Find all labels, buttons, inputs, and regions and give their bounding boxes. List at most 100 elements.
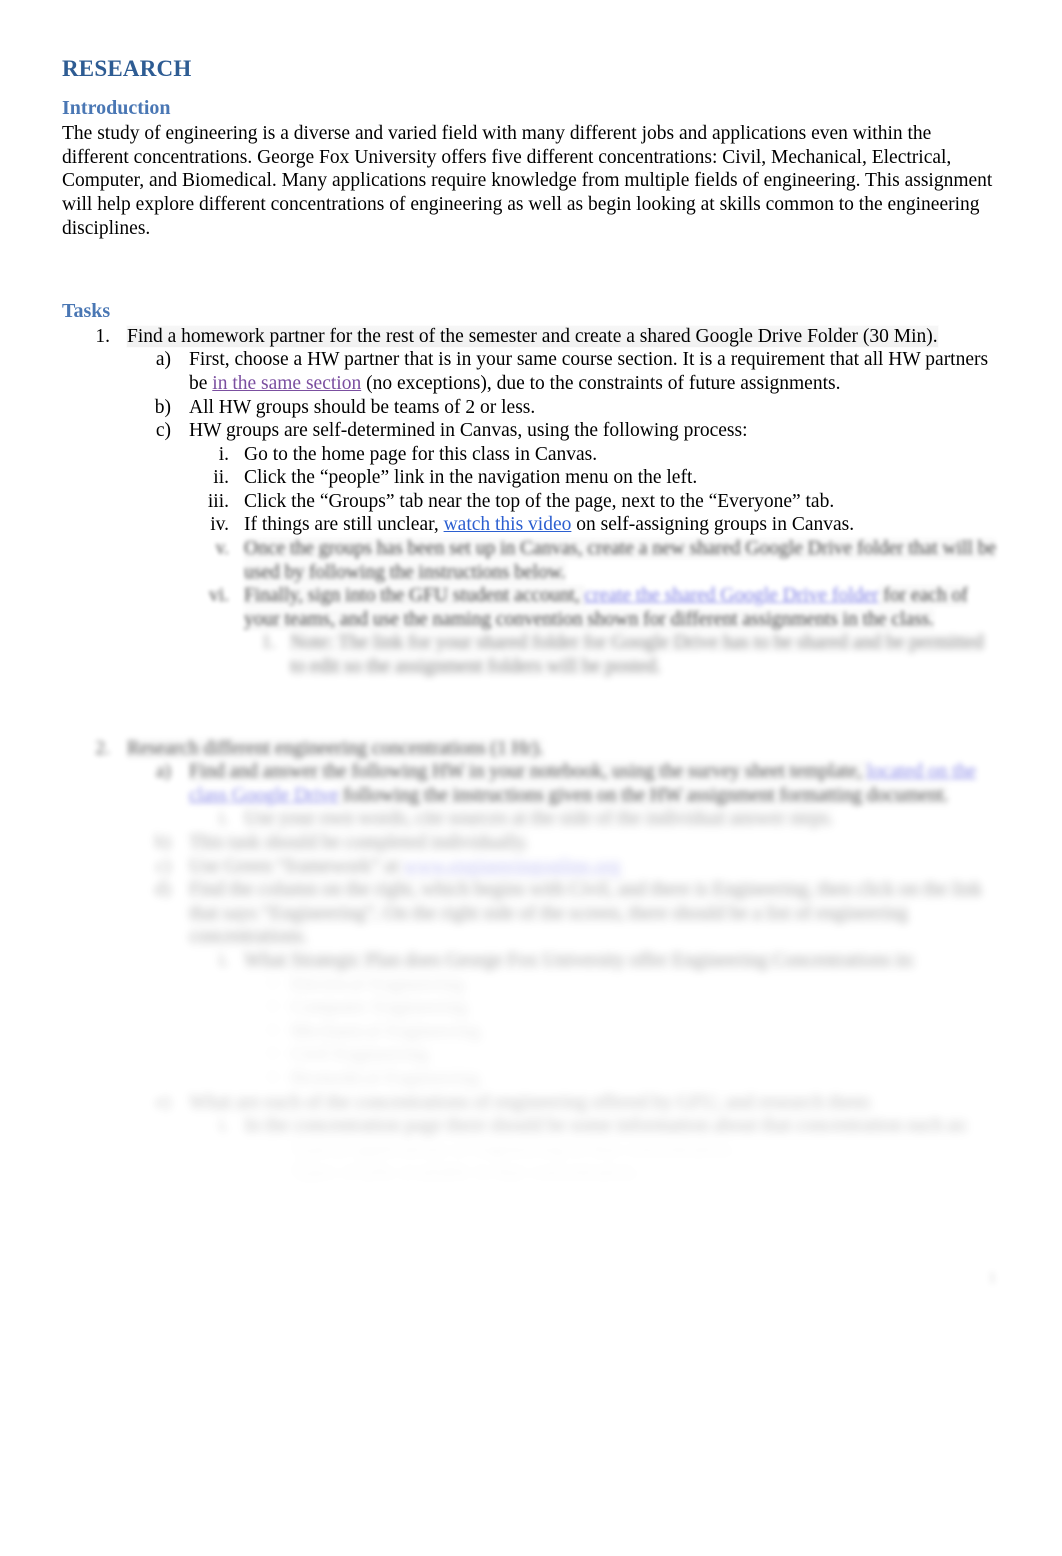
task-2c-text-before: Use Green “framework” at bbox=[189, 855, 404, 877]
task-1cii-text: Click the “people” link in the navigatio… bbox=[244, 467, 698, 489]
list-marker: ii. bbox=[213, 467, 229, 489]
list-item-redacted: • Biomedical Engineering bbox=[244, 1067, 1000, 1091]
task-1cvi-note-text: Note: The link for your shared folder fo… bbox=[290, 632, 984, 678]
list-item-redacted: i. In the concentration page there shoul… bbox=[189, 1114, 1000, 1185]
list-item-redacted: • Mechanical Engineering bbox=[244, 1020, 1000, 1044]
list-item-redacted: • Typical applications of engineering in… bbox=[244, 1138, 1000, 1162]
list-item-redacted: i. Use your own words, cite sources at t… bbox=[189, 807, 1000, 831]
task-1cv-text: Once the groups has been set up in Canva… bbox=[244, 538, 997, 583]
list-marker: d) bbox=[154, 879, 171, 901]
list-marker: i. bbox=[218, 808, 229, 830]
task-1b-text: All HW groups should be teams of 2 or le… bbox=[189, 396, 536, 418]
list-marker: a) bbox=[155, 761, 171, 783]
list-item-redacted: 2. Research different engineering concen… bbox=[62, 737, 1000, 1185]
bullet-icon: • bbox=[269, 1044, 276, 1066]
shared-drive-folder-link[interactable]: create the shared Google Drive folder bbox=[585, 585, 879, 606]
list-marker: i. bbox=[218, 443, 229, 465]
list-item-redacted: e) What are each of the concentrations o… bbox=[127, 1091, 1000, 1185]
bullet-icon: • bbox=[269, 1067, 276, 1089]
list-spacer bbox=[62, 679, 1000, 737]
task-1-sublist: a) First, choose a HW partner that is in… bbox=[127, 348, 1000, 678]
list-marker: c) bbox=[155, 420, 171, 442]
bullet-icon: • bbox=[269, 1138, 276, 1160]
list-marker: c) bbox=[155, 855, 171, 877]
list-marker: e) bbox=[155, 1091, 171, 1113]
watch-this-video-link[interactable]: watch this video bbox=[444, 514, 572, 535]
tasks-list: 1. Find a homework partner for the rest … bbox=[62, 325, 1000, 1185]
task-2b-text: This task should be completed individual… bbox=[189, 832, 529, 854]
document-content: RESEARCH Introduction The study of engin… bbox=[62, 56, 1000, 1185]
concentration-label: Electrical Engineering bbox=[290, 973, 465, 995]
list-item-redacted: d) Find the column on the right, which b… bbox=[127, 878, 1000, 1090]
bullet-icon: • bbox=[269, 973, 276, 995]
list-marker: b) bbox=[154, 396, 171, 418]
task-2-text: Research different engineering concentra… bbox=[127, 737, 544, 759]
task-2di-text: What Strategic Plan does George Fox Univ… bbox=[244, 949, 916, 971]
list-item-redacted: 1. Note: The link for your shared folder… bbox=[244, 631, 1000, 678]
page-title: RESEARCH bbox=[62, 56, 192, 81]
engineering-site-link[interactable]: www.engineeringonline.org bbox=[403, 856, 620, 877]
list-item-redacted: vi. Finally, sign into the GFU student a… bbox=[189, 584, 1000, 678]
task-2d-text: Find the column on the right, which begi… bbox=[189, 879, 983, 948]
bullet-icon: • bbox=[269, 1162, 276, 1184]
list-item: ii. Click the “people” link in the navig… bbox=[189, 466, 1000, 490]
list-item-redacted: v. Once the groups has been set up in Ca… bbox=[189, 537, 1000, 584]
list-item: i. Go to the home page for this class in… bbox=[189, 443, 1000, 467]
list-marker: 2. bbox=[95, 737, 110, 759]
task-1ciii-text: Click the “Groups” tab near the top of t… bbox=[244, 490, 835, 512]
task-1civ-text-after: on self-assigning groups in Canvas. bbox=[571, 514, 855, 536]
list-item-redacted: c) Use Green “framework” at www.engineer… bbox=[127, 855, 1000, 879]
task-1c-text: HW groups are self-determined in Canvas,… bbox=[189, 420, 748, 442]
introduction-paragraph: The study of engineering is a diverse an… bbox=[62, 122, 993, 239]
list-item: b) All HW groups should be teams of 2 or… bbox=[127, 396, 1000, 420]
concentration-label: Mechanical Engineering bbox=[290, 1020, 482, 1042]
concentrations-list: • Electrical Engineering • Computer Engi… bbox=[244, 973, 1000, 1091]
task-2-sublist: a) Find and answer the following HW in y… bbox=[127, 760, 1000, 1185]
task-1-text: Find a homework partner for the rest of … bbox=[127, 325, 938, 347]
task-2ai-text: Use your own words, cite sources at the … bbox=[244, 808, 834, 830]
task-1cvi-sublist: 1. Note: The link for your shared folder… bbox=[244, 631, 1000, 678]
task-1a-text-after: (no exceptions), due to the constraints … bbox=[361, 372, 841, 394]
same-section-link[interactable]: in the same section bbox=[212, 373, 361, 394]
list-item-redacted: • Civil Engineering bbox=[244, 1043, 1000, 1067]
list-item-redacted: • Electrical Engineering bbox=[244, 973, 1000, 997]
list-marker: b) bbox=[154, 832, 171, 854]
list-item: iii. Click the “Groups” tab near the top… bbox=[189, 490, 1000, 514]
concentration-label: Biomedical Engineering bbox=[290, 1067, 481, 1089]
list-marker: i. bbox=[218, 949, 229, 971]
list-marker: iii. bbox=[207, 490, 229, 512]
list-item: iv. If things are still unclear, watch t… bbox=[189, 513, 1000, 537]
bullet-icon: • bbox=[269, 1020, 276, 1042]
bullet-icon: • bbox=[269, 997, 276, 1019]
list-item: a) First, choose a HW partner that is in… bbox=[127, 348, 1000, 395]
list-marker: 1. bbox=[261, 632, 276, 654]
list-item-redacted: a) Find and answer the following HW in y… bbox=[127, 760, 1000, 831]
list-item-redacted: b) This task should be completed individ… bbox=[127, 831, 1000, 855]
list-item: c) HW groups are self-determined in Canv… bbox=[127, 419, 1000, 679]
concentration-label: Civil Engineering bbox=[290, 1044, 430, 1066]
task-1cvi-text-before: Finally, sign into the GFU student accou… bbox=[244, 585, 585, 607]
task-2e-sublist: i. In the concentration page there shoul… bbox=[189, 1114, 1000, 1185]
task-1civ-text-before: If things are still unclear, bbox=[244, 514, 444, 536]
section-heading-introduction: Introduction bbox=[62, 96, 171, 119]
list-marker: vi. bbox=[208, 585, 229, 607]
list-marker: iv. bbox=[210, 514, 229, 536]
concentration-label: Computer Engineering bbox=[290, 997, 469, 1019]
page-number: 1 bbox=[988, 1268, 997, 1287]
list-marker: 1. bbox=[95, 325, 110, 347]
task-2a-sublist: i. Use your own words, cite sources at t… bbox=[189, 807, 1000, 831]
task-2ei-sublist: • Typical applications of engineering in… bbox=[244, 1138, 1000, 1185]
list-marker: i. bbox=[218, 1115, 229, 1137]
section-heading-tasks: Tasks bbox=[62, 299, 111, 322]
document-page: RESEARCH Introduction The study of engin… bbox=[0, 0, 1062, 1556]
list-item-redacted: • Types of jobs available in that concen… bbox=[244, 1161, 1000, 1185]
list-item: 1. Find a homework partner for the rest … bbox=[62, 325, 1000, 679]
task-2e-text: What are each of the concentrations of e… bbox=[189, 1091, 874, 1113]
task-2d-sublist: i. What Strategic Plan does George Fox U… bbox=[189, 949, 1000, 1091]
task-2ei-text: In the concentration page there should b… bbox=[244, 1115, 970, 1137]
list-item-redacted: • Computer Engineering bbox=[244, 996, 1000, 1020]
list-item-redacted: i. What Strategic Plan does George Fox U… bbox=[189, 949, 1000, 1091]
task-2a-text-after: following the instructions given on the … bbox=[338, 784, 949, 806]
task-2a-text-before: Find and answer the following HW in your… bbox=[189, 761, 867, 783]
task-2ei-bullet-text: Typical applications of engineering in t… bbox=[290, 1138, 736, 1160]
